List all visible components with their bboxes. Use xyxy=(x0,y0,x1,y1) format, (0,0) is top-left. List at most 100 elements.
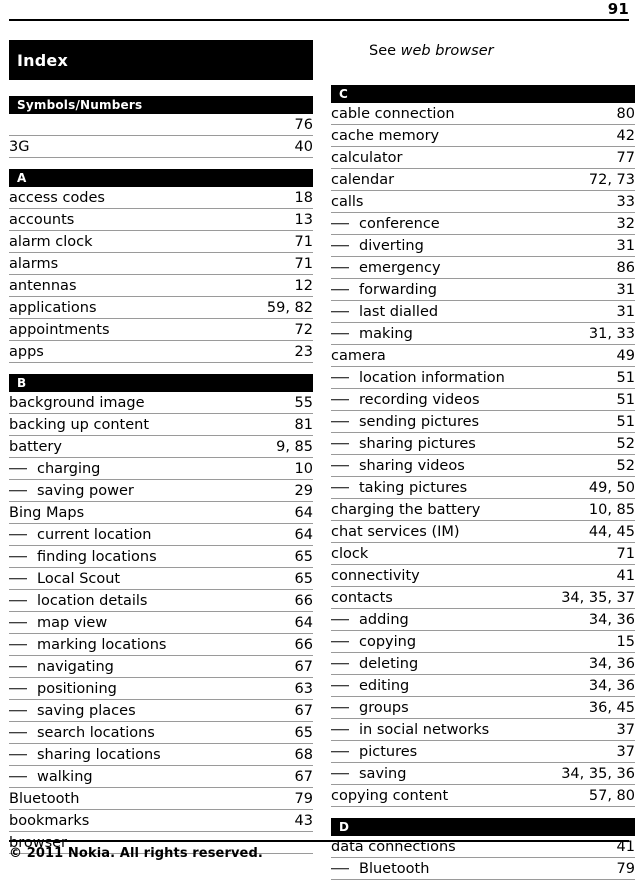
index-sub-entry[interactable]: saving places 67 xyxy=(9,700,313,722)
section-letter: D xyxy=(339,820,350,834)
index-entry-pages: 34, 36 xyxy=(588,655,635,672)
section-letter-bar: B xyxy=(9,374,313,392)
index-entry[interactable]: contacts 34, 35, 37 xyxy=(331,587,635,609)
index-entry[interactable]: Bluetooth 79 xyxy=(9,788,313,810)
index-entry-pages: 52 xyxy=(616,457,635,474)
index-entry-pages: 65 xyxy=(294,724,313,741)
index-entry-pages: 36, 45 xyxy=(588,699,635,716)
index-entry-label: background image xyxy=(9,394,145,411)
index-entry-label: conference xyxy=(359,215,440,232)
index-entry-label: walking xyxy=(37,768,93,785)
index-sub-entry[interactable]: last dialled 31 xyxy=(331,301,635,323)
index-sub-entry[interactable]: editing 34, 36 xyxy=(331,675,635,697)
em-dash-icon xyxy=(9,555,27,558)
index-sub-entry[interactable]: current location 64 xyxy=(9,524,313,546)
index-entry[interactable]: calculator 77 xyxy=(331,147,635,169)
index-sub-entry[interactable]: location information 51 xyxy=(331,367,635,389)
index-entry-label: Bluetooth xyxy=(359,860,430,877)
index-entry[interactable]: appointments 72 xyxy=(9,319,313,341)
index-entry-pages: 65 xyxy=(294,570,313,587)
index-sub-entry[interactable]: conference 32 xyxy=(331,213,635,235)
index-entry-label: adding xyxy=(359,611,409,628)
em-dash-icon xyxy=(331,310,349,313)
em-dash-icon xyxy=(331,640,349,643)
index-entry-pages: 76 xyxy=(294,116,313,133)
index-sub-entry[interactable]: map view 64 xyxy=(9,612,313,634)
index-entry-label: cache memory xyxy=(331,127,440,144)
index-entry-label: charging xyxy=(37,460,101,477)
index-entry[interactable]: camera 49 xyxy=(331,345,635,367)
cross-reference-note: See web browser xyxy=(331,40,635,62)
index-sub-entry[interactable]: navigating 67 xyxy=(9,656,313,678)
index-entry[interactable]: copying content 57, 80 xyxy=(331,785,635,807)
section-letter-bar: A xyxy=(9,169,313,187)
left-sections: Symbols/Numbers 76 3G 40 Aaccess codes 18 acco… xyxy=(9,96,313,854)
index-sub-entry[interactable]: saving power 29 xyxy=(9,480,313,502)
index-entry[interactable]: applications 59, 82 xyxy=(9,297,313,319)
index-sub-entry[interactable]: diverting 31 xyxy=(331,235,635,257)
index-entry-label: current location xyxy=(37,526,152,543)
index-sub-entry[interactable]: search locations 65 xyxy=(9,722,313,744)
index-sub-entry[interactable]: adding 34, 36 xyxy=(331,609,635,631)
index-entry[interactable]: access codes 18 xyxy=(9,187,313,209)
index-entry[interactable]: cable connection 80 xyxy=(331,103,635,125)
index-sub-entry[interactable]: copying 15 xyxy=(331,631,635,653)
index-sub-entry[interactable]: deleting 34, 36 xyxy=(331,653,635,675)
index-sub-entry[interactable]: saving 34, 35, 36 xyxy=(331,763,635,785)
index-entry[interactable]: 76 xyxy=(9,114,313,136)
index-entry[interactable]: battery 9, 85 xyxy=(9,436,313,458)
index-entry[interactable]: 3G 40 xyxy=(9,136,313,158)
index-entry[interactable]: apps 23 xyxy=(9,341,313,363)
index-entry[interactable]: alarms 71 xyxy=(9,253,313,275)
index-entry[interactable]: charging the battery 10, 85 xyxy=(331,499,635,521)
index-sub-entry[interactable]: sending pictures 51 xyxy=(331,411,635,433)
index-sub-entry[interactable]: walking 67 xyxy=(9,766,313,788)
index-sub-entry[interactable]: groups 36, 45 xyxy=(331,697,635,719)
index-sub-entry[interactable]: marking locations 66 xyxy=(9,634,313,656)
index-sub-entry[interactable]: sharing videos 52 xyxy=(331,455,635,477)
index-sub-entry[interactable]: sharing pictures 52 xyxy=(331,433,635,455)
index-entry-pages: 34, 35, 36 xyxy=(561,765,635,782)
index-sub-entry[interactable]: emergency 86 xyxy=(331,257,635,279)
index-sub-entry[interactable]: taking pictures 49, 50 xyxy=(331,477,635,499)
index-entry-pages: 9, 85 xyxy=(276,438,313,455)
index-entry-label: 3G xyxy=(9,138,30,155)
index-sub-entry[interactable]: making 31, 33 xyxy=(331,323,635,345)
index-sub-entry[interactable]: recording videos 51 xyxy=(331,389,635,411)
index-entry[interactable]: chat services (IM) 44, 45 xyxy=(331,521,635,543)
index-entry-pages: 15 xyxy=(616,633,635,650)
index-entry-pages: 86 xyxy=(616,259,635,276)
index-entry[interactable]: backing up content 81 xyxy=(9,414,313,436)
index-entry[interactable]: accounts 13 xyxy=(9,209,313,231)
em-dash-icon xyxy=(331,332,349,335)
index-sub-entry[interactable]: in social networks 37 xyxy=(331,719,635,741)
index-entry-label: antennas xyxy=(9,277,77,294)
index-entry[interactable]: calls 33 xyxy=(331,191,635,213)
index-entry[interactable]: alarm clock 71 xyxy=(9,231,313,253)
index-entry[interactable]: background image 55 xyxy=(9,392,313,414)
index-sub-entry[interactable]: finding locations 65 xyxy=(9,546,313,568)
right-sections: Ccable connection 80 cache memory 42 calcula… xyxy=(331,85,635,880)
index-entry[interactable]: Bing Maps 64 xyxy=(9,502,313,524)
index-entry-pages: 71 xyxy=(294,233,313,250)
index-sub-entry[interactable]: sharing locations 68 xyxy=(9,744,313,766)
index-entry[interactable]: clock 71 xyxy=(331,543,635,565)
index-entry-label: accounts xyxy=(9,211,75,228)
index-sub-entry[interactable]: location details 66 xyxy=(9,590,313,612)
index-entry[interactable]: cache memory 42 xyxy=(331,125,635,147)
index-entry-pages: 81 xyxy=(294,416,313,433)
index-sub-entry[interactable]: forwarding 31 xyxy=(331,279,635,301)
index-entry[interactable]: connectivity 41 xyxy=(331,565,635,587)
index-sub-entry[interactable]: positioning 63 xyxy=(9,678,313,700)
index-entry-pages: 32 xyxy=(616,215,635,232)
page-header: 91 xyxy=(9,0,629,24)
index-entry-pages: 31, 33 xyxy=(588,325,635,342)
index-entry[interactable]: bookmarks 43 xyxy=(9,810,313,832)
index-entry[interactable]: calendar 72, 73 xyxy=(331,169,635,191)
index-sub-entry[interactable]: pictures 37 xyxy=(331,741,635,763)
index-entry[interactable]: antennas 12 xyxy=(9,275,313,297)
index-entry-label: charging the battery xyxy=(331,501,481,518)
index-sub-entry[interactable]: Local Scout 65 xyxy=(9,568,313,590)
index-sub-entry[interactable]: charging 10 xyxy=(9,458,313,480)
cross-reference-text: See web browser xyxy=(369,42,494,60)
